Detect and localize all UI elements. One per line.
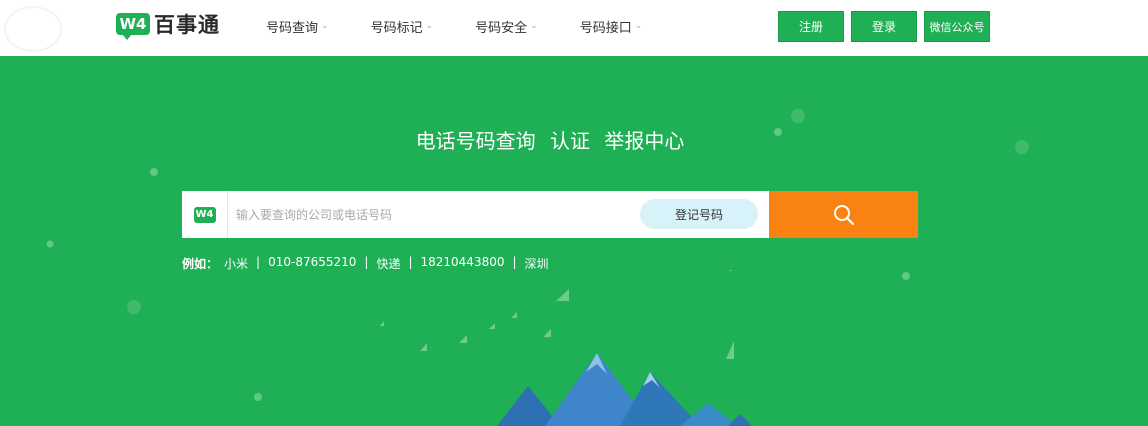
search-button[interactable] <box>769 191 918 238</box>
nav-item-label: 号码查询 <box>266 20 319 36</box>
nav-item-number-query[interactable]: 号码查询 ⌄ <box>266 0 329 52</box>
chevron-down-icon: ⌄ <box>425 21 434 31</box>
watermark-emblem <box>4 6 62 52</box>
search-icon <box>833 204 854 225</box>
search-input[interactable] <box>236 207 636 222</box>
separator: | <box>512 255 517 269</box>
search-brand: W4 <box>182 191 228 238</box>
search-bar: W4 登记号码 <box>182 191 918 238</box>
nav-item-number-api[interactable]: 号码接口 ⌄ <box>580 0 643 52</box>
top-navbar: W4 百事通 号码查询 ⌄ 号码标记 ⌄ 号码安全 ⌄ 号码接口 ⌄ 注册 登录… <box>0 0 1148 56</box>
login-button[interactable]: 登录 <box>851 11 917 42</box>
separator: | <box>364 255 369 269</box>
nav-item-label: 号码标记 <box>370 20 423 36</box>
register-number-button[interactable]: 登记号码 <box>640 199 758 229</box>
nav-item-number-mark[interactable]: 号码标记 ⌄ <box>371 0 434 52</box>
separator: | <box>256 255 261 269</box>
example-link[interactable]: 18210443800 <box>421 255 505 272</box>
separator: | <box>408 255 413 269</box>
main-nav: 号码查询 ⌄ 号码标记 ⌄ 号码安全 ⌄ 号码接口 ⌄ <box>266 0 684 52</box>
example-link[interactable]: 小米 <box>224 255 248 272</box>
chevron-down-icon: ⌄ <box>634 21 643 31</box>
nav-item-label: 号码安全 <box>475 20 528 36</box>
hero-title: 电话号码查询 认证 举报中心 <box>0 125 1100 154</box>
hero-title-part: 认证 <box>550 129 590 153</box>
logo-badge: W4 <box>116 13 150 40</box>
register-button[interactable]: 注册 <box>778 11 844 42</box>
chevron-down-icon: ⌄ <box>530 21 538 31</box>
logo-text: 百事通 <box>154 13 220 37</box>
example-link[interactable]: 深圳 <box>525 255 549 272</box>
nav-item-number-security[interactable]: 号码安全 ⌄ <box>475 0 538 52</box>
chevron-down-icon: ⌄ <box>321 21 329 31</box>
hero-title-part: 电话号码查询 <box>415 129 536 153</box>
wechat-account-button[interactable]: 微信公众号 <box>924 11 990 42</box>
examples-label: 例如： <box>182 257 219 271</box>
search-examples: 例如： 小米 | 010-87655210 | 快递 | 18210443800… <box>182 255 549 272</box>
hero-title-part: 举报中心 <box>604 129 685 153</box>
nav-item-label: 号码接口 <box>579 20 632 36</box>
brand-badge-icon: W4 <box>193 206 216 223</box>
example-link[interactable]: 010-87655210 <box>268 255 356 272</box>
site-logo[interactable]: W4 百事通 <box>116 9 220 40</box>
example-link[interactable]: 快递 <box>376 255 400 272</box>
